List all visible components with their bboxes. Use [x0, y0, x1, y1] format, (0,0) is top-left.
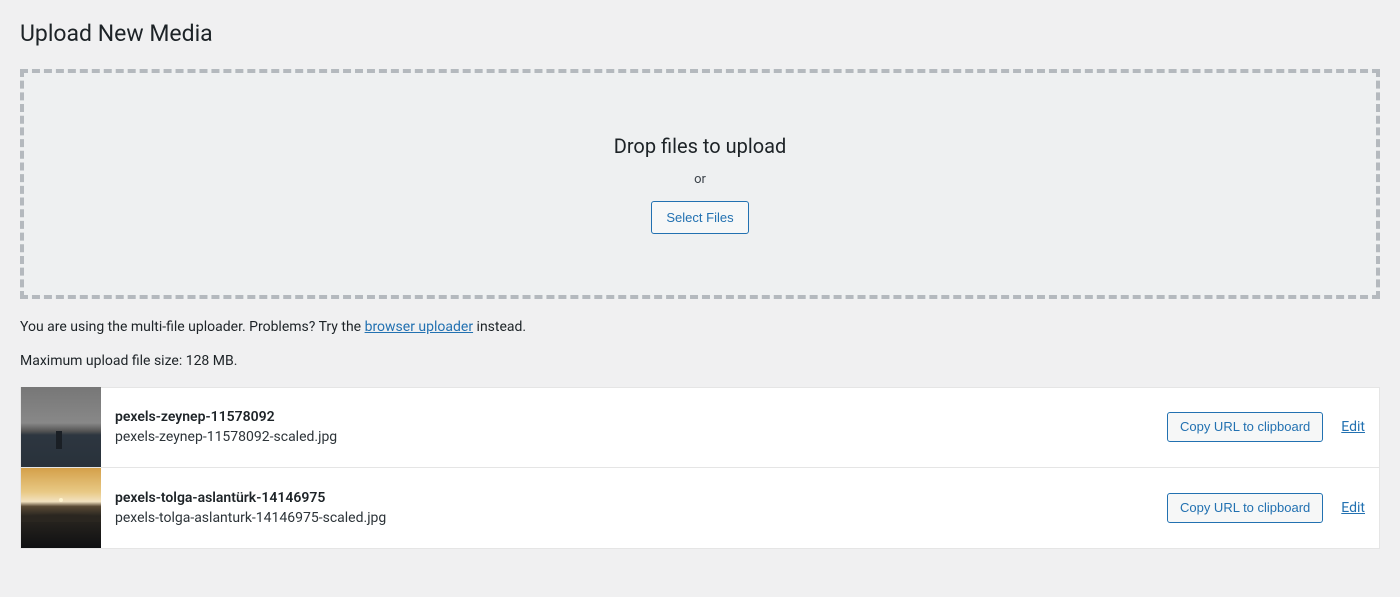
- media-item: pexels-tolga-aslantürk-14146975 pexels-t…: [21, 468, 1379, 548]
- media-title: pexels-tolga-aslantürk-14146975: [115, 490, 1167, 506]
- media-actions: Copy URL to clipboard Edit: [1167, 493, 1379, 523]
- select-files-button[interactable]: Select Files: [651, 201, 748, 235]
- drop-or-text: or: [694, 172, 706, 187]
- uploader-info: You are using the multi-file uploader. P…: [20, 319, 1380, 335]
- media-info: pexels-tolga-aslantürk-14146975 pexels-t…: [101, 490, 1167, 526]
- edit-link[interactable]: Edit: [1341, 419, 1365, 435]
- media-title: pexels-zeynep-11578092: [115, 409, 1167, 425]
- copy-url-button[interactable]: Copy URL to clipboard: [1167, 493, 1323, 523]
- drop-instruction: Drop files to upload: [614, 134, 787, 158]
- browser-uploader-link[interactable]: browser uploader: [365, 319, 474, 335]
- media-item: pexels-zeynep-11578092 pexels-zeynep-115…: [21, 388, 1379, 468]
- uploader-info-suffix: instead.: [473, 319, 526, 335]
- media-actions: Copy URL to clipboard Edit: [1167, 412, 1379, 442]
- uploader-info-prefix: You are using the multi-file uploader. P…: [20, 319, 365, 335]
- max-upload-size: Maximum upload file size: 128 MB.: [20, 353, 1380, 369]
- media-list: pexels-zeynep-11578092 pexels-zeynep-115…: [20, 387, 1380, 549]
- media-filename: pexels-tolga-aslanturk-14146975-scaled.j…: [115, 510, 1167, 526]
- upload-page: Upload New Media Drop files to upload or…: [0, 0, 1400, 569]
- media-filename: pexels-zeynep-11578092-scaled.jpg: [115, 429, 1167, 445]
- edit-link[interactable]: Edit: [1341, 500, 1365, 516]
- media-thumbnail: [21, 468, 101, 548]
- dropzone[interactable]: Drop files to upload or Select Files: [20, 69, 1380, 299]
- page-title: Upload New Media: [20, 10, 1380, 69]
- copy-url-button[interactable]: Copy URL to clipboard: [1167, 412, 1323, 442]
- media-thumbnail: [21, 387, 101, 467]
- media-info: pexels-zeynep-11578092 pexels-zeynep-115…: [101, 409, 1167, 445]
